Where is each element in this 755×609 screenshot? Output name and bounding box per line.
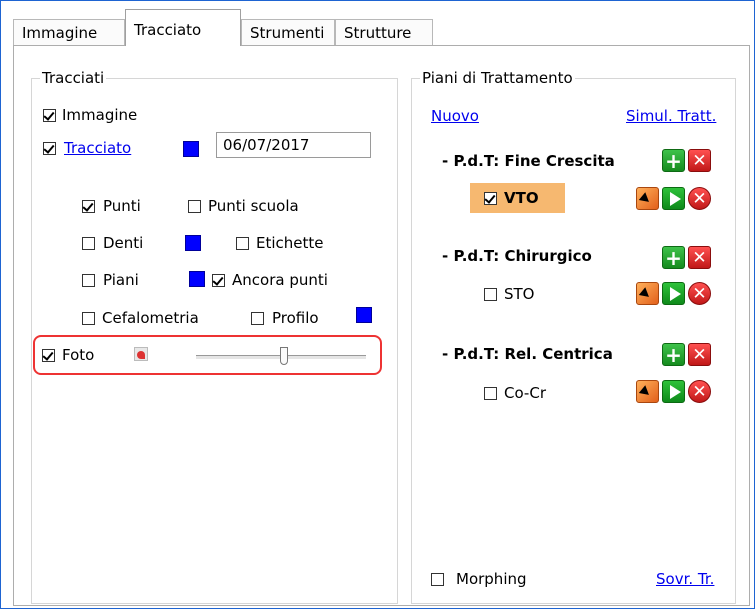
sto-label: STO — [504, 285, 535, 303]
delete-icon[interactable]: ✕ — [688, 149, 711, 172]
sovr-tr-link[interactable]: Sovr. Tr. — [656, 569, 714, 589]
morphing-checkbox[interactable] — [431, 573, 444, 586]
immagine-label: Immagine — [62, 106, 138, 124]
co-cr-label: Co-Cr — [504, 384, 546, 402]
add-icon[interactable]: + — [662, 343, 685, 366]
plan-title: - P.d.T: Chirurgico — [442, 247, 592, 265]
punti-checkbox[interactable] — [82, 200, 95, 213]
co-cr-checkbox[interactable] — [484, 387, 497, 400]
tracciato-color-swatch[interactable] — [183, 141, 199, 157]
add-icon[interactable]: + — [662, 246, 685, 269]
tab-immagine[interactable]: Immagine — [13, 19, 125, 46]
immagine-checkbox[interactable] — [43, 109, 56, 122]
tab-label: Tracciato — [134, 21, 202, 39]
tracciati-group: Tracciati Immagine Tracciato 06/07/2017 … — [31, 68, 398, 604]
tab-label: Strutture — [344, 24, 412, 42]
tab-strutture[interactable]: Strutture — [335, 19, 433, 46]
tracciato-date-field[interactable]: 06/07/2017 — [216, 132, 371, 158]
add-icon[interactable]: + — [662, 149, 685, 172]
piani-label: Piani — [103, 271, 139, 289]
tab-tracciato[interactable]: Tracciato — [125, 9, 241, 46]
tab-panel: Tracciati Immagine Tracciato 06/07/2017 … — [13, 45, 750, 606]
photo-icon[interactable] — [134, 347, 148, 361]
profilo-checkbox[interactable] — [251, 312, 264, 325]
tab-label: Strumenti — [250, 24, 325, 42]
punti-label: Punti — [103, 197, 141, 215]
simul-tratt-link[interactable]: Simul. Tratt. — [626, 106, 716, 126]
denti-checkbox[interactable] — [82, 237, 95, 250]
etichette-label: Etichette — [256, 234, 324, 252]
delete-icon[interactable]: ✕ — [688, 187, 711, 210]
piani-checkbox[interactable] — [82, 274, 95, 287]
vto-label: VTO — [504, 189, 539, 207]
denti-label: Denti — [103, 234, 144, 252]
profilo-label: Profilo — [272, 309, 319, 327]
group-title: Tracciati — [40, 68, 107, 88]
denti-color-swatch[interactable] — [185, 235, 201, 251]
nuovo-link[interactable]: Nuovo — [431, 106, 479, 126]
ancora-punti-checkbox[interactable] — [212, 274, 225, 287]
plan-title: - P.d.T: Rel. Centrica — [442, 345, 613, 363]
cursor-icon[interactable] — [636, 282, 659, 305]
delete-icon[interactable]: ✕ — [688, 380, 711, 403]
delete-icon[interactable]: ✕ — [688, 343, 711, 366]
profilo-color-swatch[interactable] — [356, 307, 372, 323]
etichette-checkbox[interactable] — [236, 237, 249, 250]
punti-scuola-label: Punti scuola — [208, 197, 299, 215]
delete-icon[interactable]: ✕ — [688, 246, 711, 269]
play-icon[interactable] — [662, 187, 685, 210]
window-frame: Immagine Tracciato Strumenti Strutture T… — [0, 0, 755, 609]
punti-scuola-checkbox[interactable] — [188, 200, 201, 213]
cefalometria-checkbox[interactable] — [82, 312, 95, 325]
vto-checkbox[interactable] — [484, 192, 497, 205]
delete-icon[interactable]: ✕ — [688, 282, 711, 305]
cursor-icon[interactable] — [636, 187, 659, 210]
foto-checkbox[interactable] — [42, 349, 55, 362]
tracciato-checkbox[interactable] — [43, 142, 56, 155]
morphing-label: Morphing — [456, 570, 527, 588]
group-title: Piani di Trattamento — [420, 68, 575, 88]
sto-checkbox[interactable] — [484, 288, 497, 301]
tracciato-link[interactable]: Tracciato — [64, 138, 131, 158]
play-icon[interactable] — [662, 282, 685, 305]
tab-strumenti[interactable]: Strumenti — [241, 19, 335, 46]
date-value: 06/07/2017 — [223, 136, 310, 154]
ancora-punti-label: Ancora punti — [232, 271, 328, 289]
foto-label: Foto — [62, 346, 95, 364]
plan-title: - P.d.T: Fine Crescita — [442, 152, 615, 170]
cefalometria-label: Cefalometria — [102, 309, 199, 327]
piani-color-swatch[interactable] — [189, 271, 205, 287]
cursor-icon[interactable] — [636, 380, 659, 403]
play-icon[interactable] — [662, 380, 685, 403]
piani-trattamento-group: Piani di Trattamento Nuovo Simul. Tratt.… — [411, 68, 736, 604]
slider-thumb[interactable] — [280, 347, 289, 365]
tab-label: Immagine — [22, 24, 98, 42]
